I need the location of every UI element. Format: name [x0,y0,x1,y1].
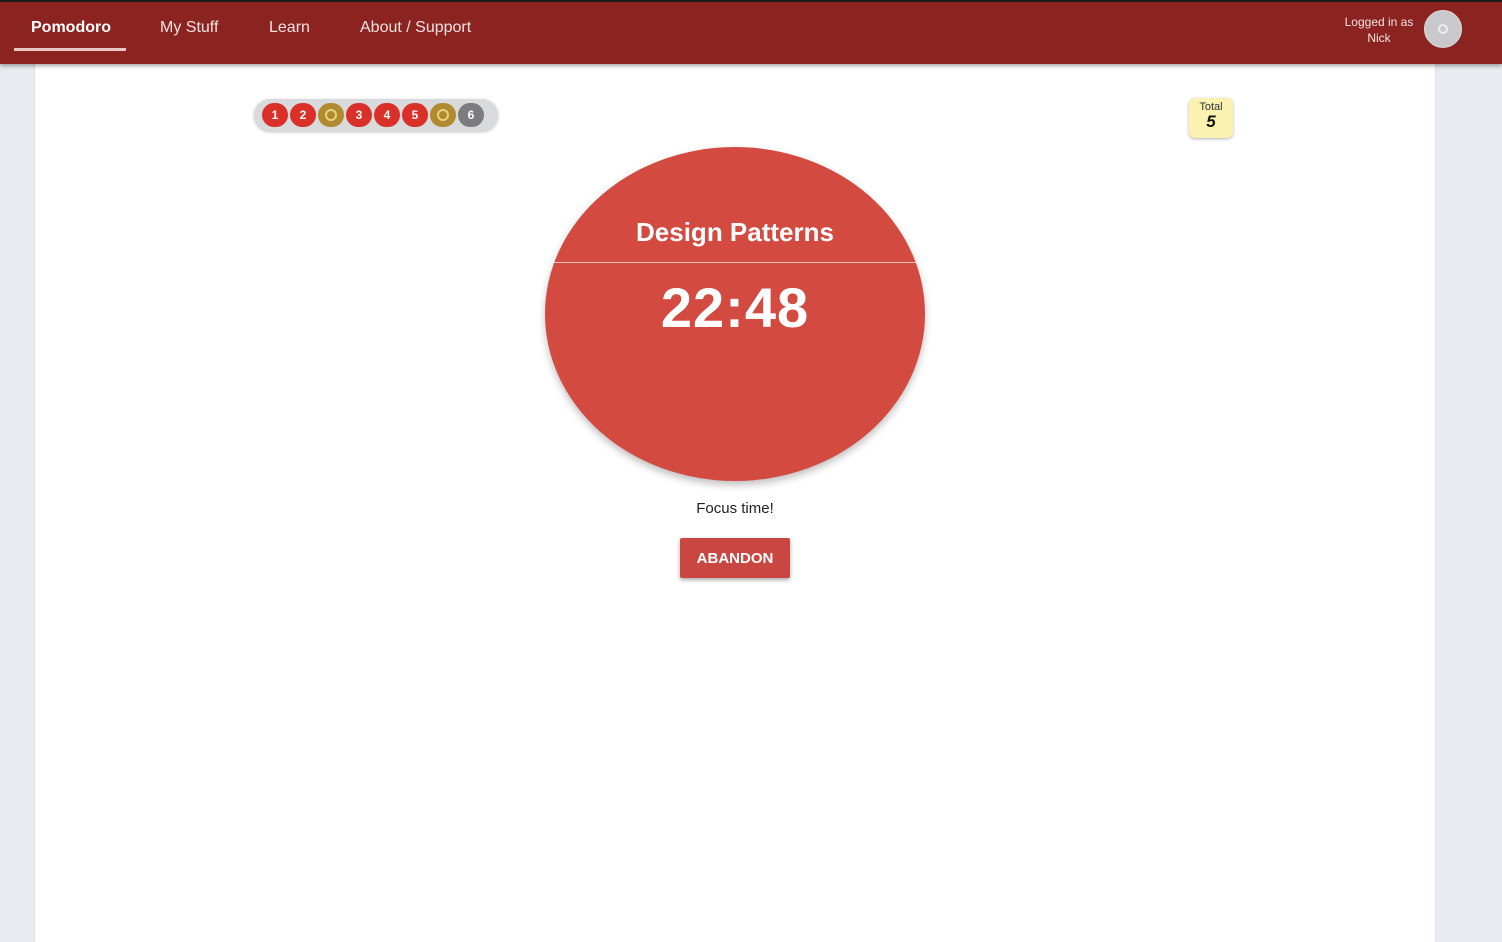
timer-circle: Design Patterns 22:48 [545,147,925,481]
username: Nick [1367,31,1391,45]
top-nav-bar: Pomodoro My Stuff Learn About / Support … [0,0,1502,64]
nav-learn[interactable]: Learn [269,18,310,42]
session-pill-2: 2 [290,103,316,127]
status-message: Focus time! [696,500,774,517]
nav-about-support[interactable]: About / Support [360,18,471,42]
total-value: 5 [1206,112,1216,131]
window-edge [0,0,1502,2]
session-pill-4: 4 [374,103,400,127]
user-avatar-button[interactable] [1424,10,1462,48]
session-pill-6: 6 [458,103,484,127]
break-icon [325,109,337,121]
break-pill [430,103,456,127]
session-progress-bar: 1 2 3 4 5 6 [254,99,498,131]
session-pill-5: 5 [402,103,428,127]
task-title: Design Patterns [636,217,834,247]
total-count-badge: Total 5 [1189,98,1233,138]
login-status-line: Logged in as [1344,15,1414,29]
break-pill [318,103,344,127]
power-icon [1438,24,1448,34]
active-nav-indicator [14,48,126,51]
timer-divider [545,262,925,263]
session-pill-3: 3 [346,103,372,127]
countdown-time: 22:48 [660,276,810,339]
session-pill-1: 1 [262,103,288,127]
nav-pomodoro[interactable]: Pomodoro [31,18,111,42]
main-content: 1 2 3 4 5 6 Total 5 Design Patterns 22:4… [34,64,1436,942]
abandon-button[interactable]: ABANDON [680,538,790,578]
break-icon [437,109,449,121]
nav-my-stuff[interactable]: My Stuff [160,18,218,42]
login-status: Logged in as Nick [1334,14,1424,46]
